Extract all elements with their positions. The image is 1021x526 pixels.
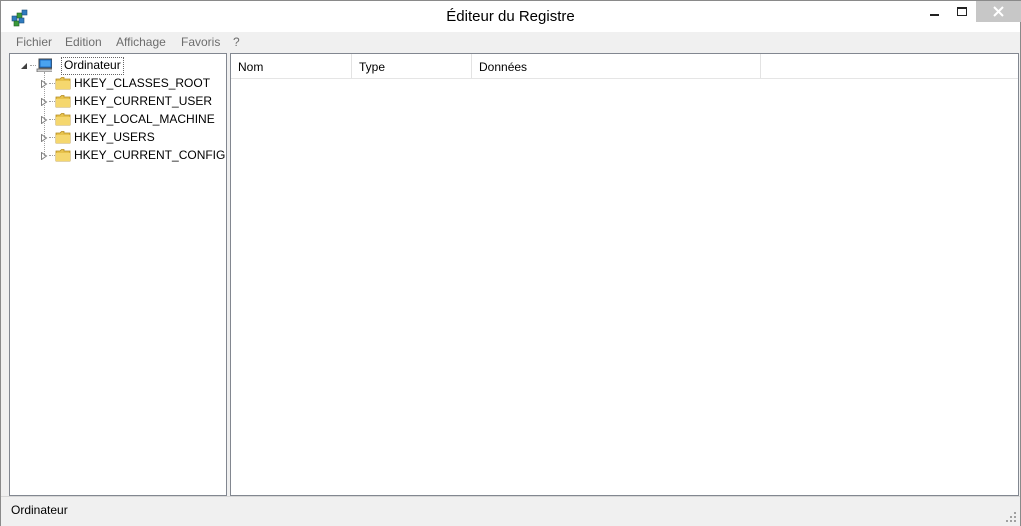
status-path: Ordinateur (11, 503, 68, 517)
column-header-type[interactable]: Type (352, 54, 472, 79)
maximize-button[interactable] (948, 1, 975, 22)
tree-node-hkey-current-config[interactable]: HKEY_CURRENT_CONFIG (10, 146, 225, 164)
tree-node-hkey-classes-root[interactable]: HKEY_CLASSES_ROOT (10, 74, 220, 92)
column-header-donnees[interactable]: Données (472, 54, 761, 79)
menu-bar: Fichier Edition Affichage Favoris ? (1, 32, 1020, 52)
expand-arrow-icon[interactable] (40, 98, 48, 106)
menu-fichier[interactable]: Fichier (16, 35, 52, 49)
tree-node-label: Ordinateur (64, 58, 121, 72)
close-icon (993, 6, 1004, 17)
tree-node-label: HKEY_LOCAL_MACHINE (74, 112, 215, 126)
folder-icon (55, 113, 71, 126)
column-header-label: Type (359, 60, 386, 74)
menu-favoris[interactable]: Favoris (181, 35, 220, 49)
menu-help[interactable]: ? (233, 35, 240, 49)
maximize-icon (957, 7, 967, 16)
window-title: Éditeur du Registre (446, 8, 575, 25)
expand-arrow-icon[interactable] (40, 116, 48, 124)
tree-node-ordinateur[interactable]: Ordinateur (10, 56, 210, 75)
tree-node-hkey-users[interactable]: HKEY_USERS (10, 128, 220, 146)
tree-node-label: HKEY_CLASSES_ROOT (74, 76, 211, 90)
folder-icon (55, 131, 71, 144)
menu-edition[interactable]: Edition (65, 35, 102, 49)
column-header-label: Données (479, 60, 528, 74)
column-header-label: Nom (238, 60, 264, 74)
tree-view[interactable]: Ordinateur HKEY_CLASSES_ROOT HKEY_CURREN… (9, 53, 227, 496)
column-header-filler (761, 54, 1018, 79)
close-button[interactable] (976, 1, 1021, 22)
column-header-nom[interactable]: Nom (231, 54, 352, 79)
values-list-view[interactable]: Nom Type Données (230, 53, 1019, 496)
title-bar[interactable]: Éditeur du Registre (1, 1, 1021, 32)
expand-arrow-icon[interactable] (40, 134, 48, 142)
minimize-button[interactable] (921, 1, 948, 22)
folder-icon (55, 95, 71, 108)
tree-node-label: HKEY_CURRENT_CONFIG (74, 148, 226, 162)
minimize-icon (930, 14, 939, 16)
folder-icon (55, 149, 71, 162)
expand-arrow-icon[interactable] (40, 80, 48, 88)
folder-icon (55, 77, 71, 90)
resize-grip-icon[interactable] (1006, 512, 1016, 522)
tree-node-hkey-current-user[interactable]: HKEY_CURRENT_USER (10, 92, 220, 110)
tree-selection-box: Ordinateur (61, 57, 124, 75)
computer-icon (36, 58, 52, 72)
tree-node-label: HKEY_USERS (74, 130, 155, 144)
status-bar: Ordinateur (1, 496, 1020, 526)
collapse-arrow-icon[interactable] (20, 62, 28, 70)
expand-arrow-icon[interactable] (40, 152, 48, 160)
registry-editor-window: Éditeur du Registre Fichier Edition Affi… (0, 0, 1021, 526)
menu-affichage[interactable]: Affichage (116, 35, 166, 49)
tree-node-hkey-local-machine[interactable]: HKEY_LOCAL_MACHINE (10, 110, 220, 128)
tree-node-label: HKEY_CURRENT_USER (74, 94, 213, 108)
